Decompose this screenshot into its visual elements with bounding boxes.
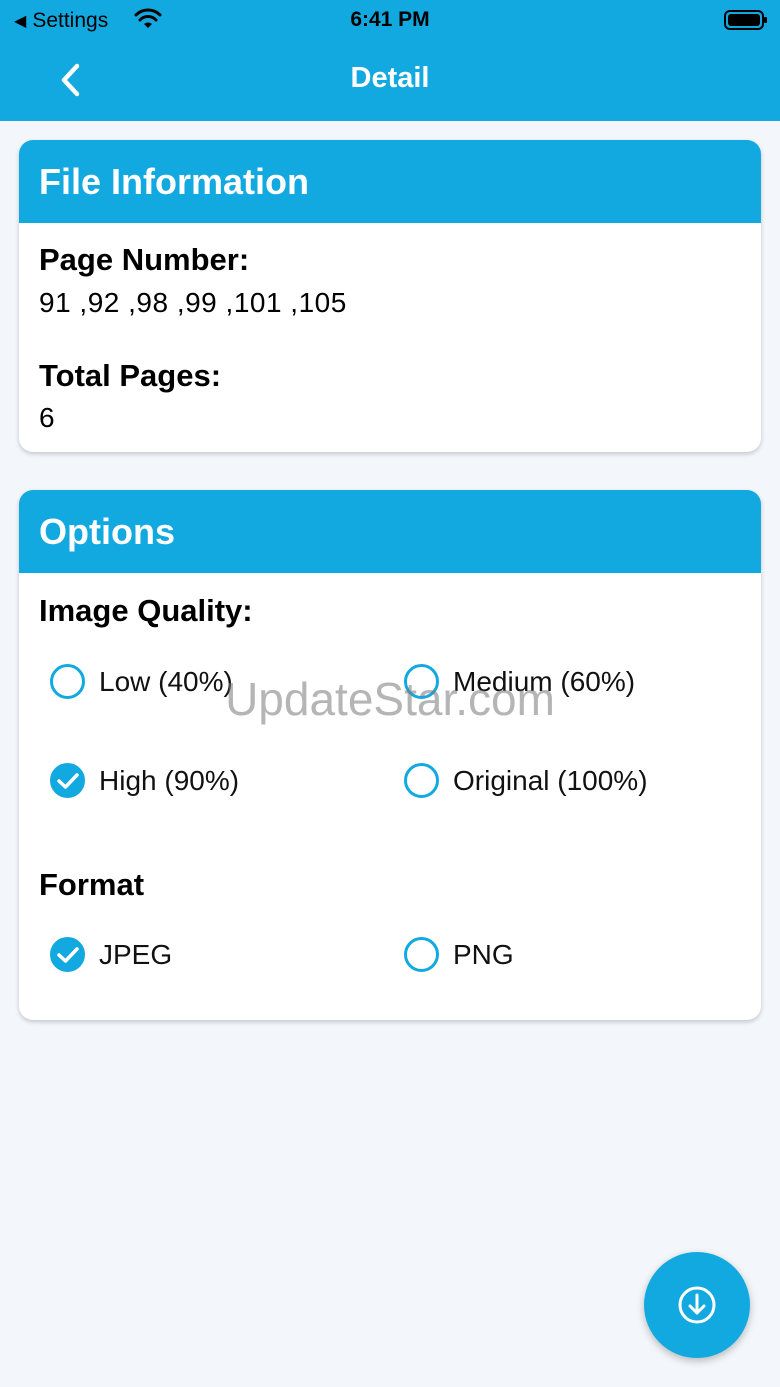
format-option-jpeg[interactable]: JPEG	[50, 937, 172, 972]
radio-unchecked-icon[interactable]	[404, 763, 439, 798]
format-option-png[interactable]: PNG	[404, 937, 514, 972]
options-header: Options	[19, 490, 761, 573]
quality-option-label: Low (40%)	[99, 665, 233, 697]
format-label: Format	[39, 867, 145, 902]
page-number-label: Page Number:	[39, 242, 250, 277]
format-option-label: PNG	[453, 938, 514, 970]
radio-checked-icon[interactable]	[50, 937, 85, 972]
page-title: Detail	[350, 62, 430, 94]
quality-option-low[interactable]: Low (40%)	[50, 664, 233, 699]
options-card: Options Image Quality: Low (40%) Medium …	[19, 490, 761, 1020]
radio-unchecked-icon[interactable]	[404, 937, 439, 972]
file-information-card: File Information Page Number: 91 ,92 ,98…	[19, 140, 761, 452]
quality-option-label: Original (100%)	[453, 764, 648, 796]
quality-option-label: Medium (60%)	[453, 665, 636, 697]
image-quality-label: Image Quality:	[39, 593, 253, 628]
total-pages-label: Total Pages:	[39, 358, 222, 393]
radio-unchecked-icon[interactable]	[404, 664, 439, 699]
navigation-bar: Detail	[0, 46, 780, 116]
checkmark-icon	[56, 772, 79, 789]
file-information-header: File Information	[19, 140, 761, 223]
checkmark-icon	[56, 946, 79, 963]
status-bar: ◀ Settings 6:41 PM	[0, 0, 780, 40]
status-time: 6:41 PM	[350, 8, 430, 31]
total-pages-value: 6	[39, 402, 56, 433]
format-option-label: JPEG	[99, 938, 173, 970]
download-button[interactable]	[644, 1252, 750, 1358]
radio-checked-icon[interactable]	[50, 763, 85, 798]
page-number-value: 91 ,92 ,98 ,99 ,101 ,105	[39, 287, 347, 318]
download-icon	[678, 1286, 716, 1324]
quality-option-high[interactable]: High (90%)	[50, 763, 239, 798]
battery-icon	[724, 10, 767, 30]
quality-option-original[interactable]: Original (100%)	[404, 763, 648, 798]
quality-option-medium[interactable]: Medium (60%)	[404, 664, 635, 699]
quality-option-label: High (90%)	[99, 764, 240, 796]
top-app-bar: ◀ Settings 6:41 PM Detail	[0, 0, 780, 121]
radio-unchecked-icon[interactable]	[50, 664, 85, 699]
